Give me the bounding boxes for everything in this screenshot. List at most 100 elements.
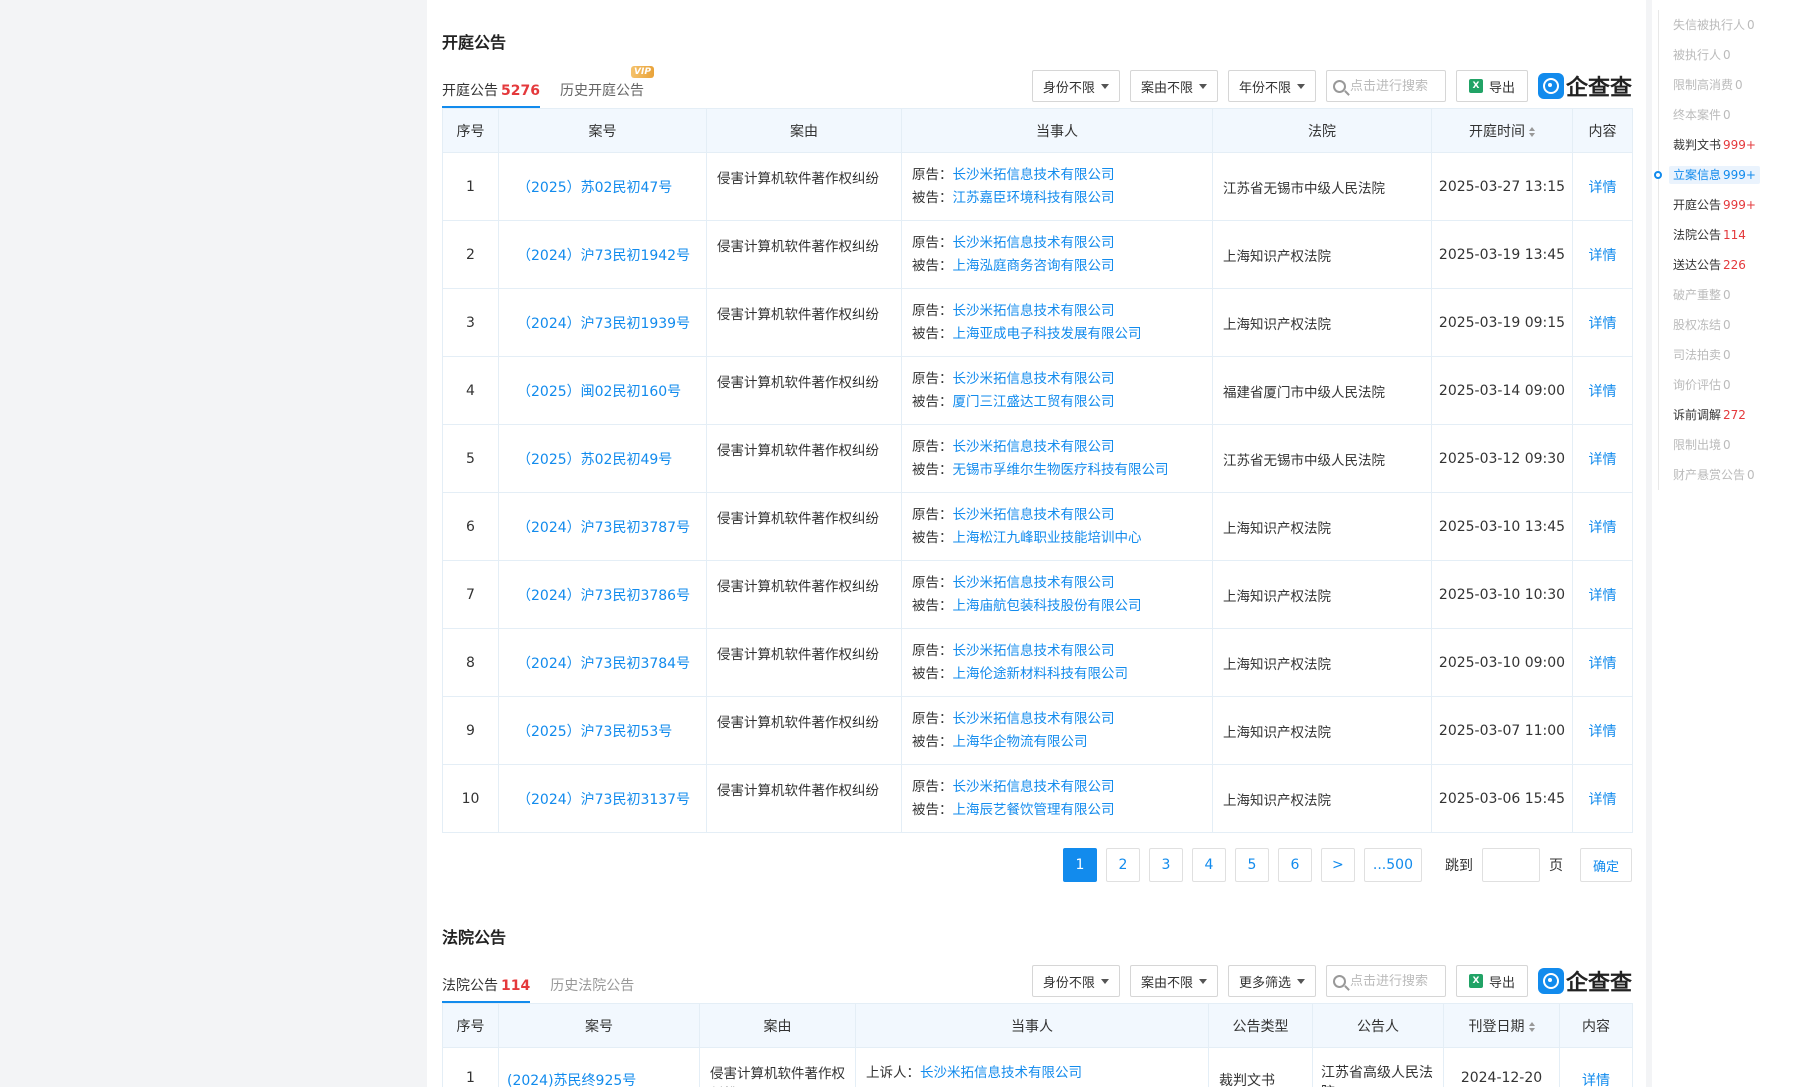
side-nav-item[interactable]: 限制出境 0: [1659, 430, 1814, 460]
side-nav-item[interactable]: 股权冻结 0: [1659, 310, 1814, 340]
defendant-label: 被告：: [912, 665, 953, 682]
plaintiff-link[interactable]: 长沙米拓信息技术有限公司: [953, 643, 1115, 659]
case-no-link[interactable]: （2025）沪73民初53号: [517, 724, 672, 740]
row-index: 3: [442, 288, 499, 357]
case-no-link[interactable]: （2024）沪73民初3787号: [517, 520, 690, 536]
current-indicator-icon: [1654, 171, 1662, 179]
defendant-link[interactable]: 上海伦途新材料科技有限公司: [953, 666, 1129, 682]
side-nav-item[interactable]: 司法拍卖 0: [1659, 340, 1814, 370]
col-header-hearing-time[interactable]: 开庭时间: [1431, 108, 1573, 153]
case-no-link[interactable]: (2024)苏民终925号: [507, 1073, 636, 1087]
year-filter-dropdown[interactable]: 年份不限: [1227, 70, 1316, 102]
defendant-link[interactable]: 江苏嘉臣环境科技有限公司: [953, 190, 1115, 206]
row-index: 4: [442, 356, 499, 425]
pagination-next[interactable]: >: [1320, 848, 1355, 882]
defendant-link[interactable]: 无锡市孚维尔生物医疗科技有限公司: [953, 462, 1169, 478]
detail-link[interactable]: 详情: [1582, 1073, 1610, 1087]
reason-filter-dropdown[interactable]: 案由不限: [1129, 70, 1218, 102]
export-button[interactable]: X 导出: [1455, 70, 1528, 102]
tab-history-court-hearing[interactable]: 历史开庭公告 VIP: [560, 66, 654, 108]
plaintiff-link[interactable]: 长沙米拓信息技术有限公司: [953, 575, 1115, 591]
col-header-court: 法院: [1212, 108, 1432, 153]
jump-page-input[interactable]: [1481, 848, 1540, 882]
detail-cell: 详情: [1572, 152, 1633, 221]
side-nav-item[interactable]: 询价评估 0: [1659, 370, 1814, 400]
pagination-page-3[interactable]: 3: [1148, 848, 1183, 882]
pagination-page-1[interactable]: 1: [1062, 848, 1097, 882]
detail-link[interactable]: 详情: [1589, 792, 1617, 808]
case-no-link[interactable]: （2025）苏02民初49号: [517, 452, 672, 468]
more-filters-dropdown[interactable]: 更多筛选: [1227, 965, 1316, 997]
side-nav-item[interactable]: 开庭公告 999+: [1659, 190, 1814, 220]
plaintiff-link[interactable]: 长沙米拓信息技术有限公司: [953, 507, 1115, 523]
jump-confirm-button[interactable]: 确定: [1579, 848, 1632, 882]
case-no-link[interactable]: （2024）沪73民初1939号: [517, 316, 690, 332]
tab-court-hearing[interactable]: 开庭公告 5276: [442, 80, 540, 108]
defendant-link[interactable]: 上海华企物流有限公司: [953, 734, 1088, 750]
detail-link[interactable]: 详情: [1589, 452, 1617, 468]
pagination-page-4[interactable]: 4: [1191, 848, 1226, 882]
search-input[interactable]: [1349, 78, 1440, 94]
side-nav-item[interactable]: 法院公告 114: [1659, 220, 1814, 250]
col-header-publish-date[interactable]: 刊登日期: [1443, 1003, 1560, 1048]
case-reason: 侵害计算机软件著作权纠纷: [706, 288, 902, 357]
side-nav-item[interactable]: 限制高消费 0: [1659, 70, 1814, 100]
defendant-link[interactable]: 上海庙航包装科技股份有限公司: [953, 598, 1142, 614]
detail-link[interactable]: 详情: [1589, 588, 1617, 604]
case-no-link[interactable]: （2025）闽02民初160号: [517, 384, 681, 400]
search-input[interactable]: [1349, 973, 1440, 989]
plaintiff-link[interactable]: 长沙米拓信息技术有限公司: [953, 711, 1115, 727]
detail-link[interactable]: 详情: [1589, 248, 1617, 264]
pagination-page-5[interactable]: 5: [1234, 848, 1269, 882]
defendant-link[interactable]: 上海亚成电子科技发展有限公司: [953, 326, 1142, 342]
defendant-link[interactable]: 上海松江九峰职业技能培训中心: [953, 530, 1142, 546]
side-nav-item[interactable]: 送达公告 226: [1659, 250, 1814, 280]
col-header-label: 开庭时间: [1469, 123, 1525, 140]
side-nav-item[interactable]: 被执行人 0: [1659, 40, 1814, 70]
case-reason: 侵害计算机软件著作权纠纷: [706, 492, 902, 561]
side-nav-item[interactable]: 失信被执行人 0: [1659, 10, 1814, 40]
plaintiff-link[interactable]: 长沙米拓信息技术有限公司: [953, 303, 1115, 319]
identity-filter-dropdown[interactable]: 身份不限: [1031, 70, 1120, 102]
plaintiff-label: 原告：: [912, 574, 953, 591]
detail-link[interactable]: 详情: [1589, 180, 1617, 196]
side-nav-item[interactable]: 诉前调解 272: [1659, 400, 1814, 430]
case-no-link[interactable]: （2025）苏02民初47号: [517, 180, 672, 196]
detail-link[interactable]: 详情: [1589, 316, 1617, 332]
plaintiff-link[interactable]: 长沙米拓信息技术有限公司: [953, 439, 1115, 455]
detail-link[interactable]: 详情: [1589, 520, 1617, 536]
appellant-link[interactable]: 长沙米拓信息技术有限公司: [920, 1065, 1082, 1081]
side-nav-item[interactable]: 破产重整 0: [1659, 280, 1814, 310]
case-no-link[interactable]: （2024）沪73民初3784号: [517, 656, 690, 672]
detail-link[interactable]: 详情: [1589, 724, 1617, 740]
side-nav-item-inner: 财产悬赏公告 0: [1673, 468, 1755, 482]
side-nav-item[interactable]: 裁判文书 999+: [1659, 130, 1814, 160]
case-no-link[interactable]: （2024）沪73民初1942号: [517, 248, 690, 264]
detail-link[interactable]: 详情: [1589, 384, 1617, 400]
identity-filter-dropdown[interactable]: 身份不限: [1031, 965, 1120, 997]
defendant-label: 被告：: [912, 189, 953, 206]
announcer: 江苏省高级人民法院: [1312, 1047, 1444, 1087]
pagination-page-2[interactable]: 2: [1105, 848, 1140, 882]
defendant-link[interactable]: 上海辰艺餐饮管理有限公司: [953, 802, 1115, 818]
table-row: 6 （2024）沪73民初3787号 侵害计算机软件著作权纠纷 原告：长沙米拓信息技术…: [442, 492, 1633, 561]
tab-court-notice[interactable]: 法院公告 114: [442, 975, 531, 1003]
plaintiff-link[interactable]: 长沙米拓信息技术有限公司: [953, 235, 1115, 251]
side-nav-item[interactable]: 立案信息 999+: [1654, 160, 1814, 190]
defendant-link[interactable]: 上海泓庭商务咨询有限公司: [953, 258, 1115, 274]
side-nav-item[interactable]: 终本案件 0: [1659, 100, 1814, 130]
detail-link[interactable]: 详情: [1589, 656, 1617, 672]
export-button[interactable]: X 导出: [1455, 965, 1528, 997]
pagination-page-6[interactable]: 6: [1277, 848, 1312, 882]
plaintiff-link[interactable]: 长沙米拓信息技术有限公司: [953, 371, 1115, 387]
plaintiff-link[interactable]: 长沙米拓信息技术有限公司: [953, 779, 1115, 795]
plaintiff-link[interactable]: 长沙米拓信息技术有限公司: [953, 167, 1115, 183]
case-no-link[interactable]: （2024）沪73民初3137号: [517, 792, 690, 808]
tab-history-court-notice[interactable]: 历史法院公告: [550, 975, 634, 1003]
case-no-link[interactable]: （2024）沪73民初3786号: [517, 588, 690, 604]
dropdown-label: 年份不限: [1238, 80, 1291, 96]
pagination-last[interactable]: ...500: [1363, 848, 1422, 882]
reason-filter-dropdown[interactable]: 案由不限: [1129, 965, 1218, 997]
side-nav-item[interactable]: 财产悬赏公告 0: [1659, 460, 1814, 490]
defendant-link[interactable]: 厦门三江盛达工贸有限公司: [953, 394, 1115, 410]
